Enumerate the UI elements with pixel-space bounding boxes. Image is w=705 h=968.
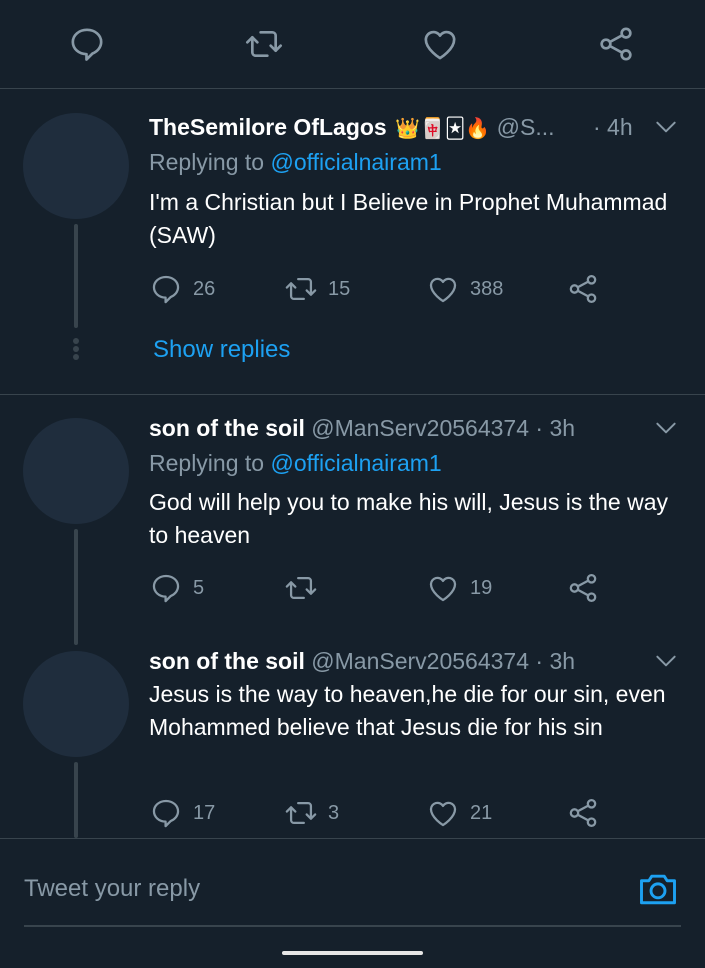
reply-icon: [152, 799, 180, 828]
chevron-down-icon[interactable]: [653, 415, 679, 441]
replying-prefix: Replying to: [149, 450, 265, 476]
tweet-actions: 17 3 21: [149, 796, 619, 830]
handle[interactable]: @ManServ20564374: [311, 648, 529, 674]
tweet-text: I'm a Christian but I Believe in Prophet…: [149, 189, 668, 248]
like-button[interactable]: 21: [426, 796, 492, 830]
tweet-actions: 5 19: [149, 571, 619, 605]
thread-line: [74, 762, 78, 838]
retweet-icon: [285, 801, 317, 825]
tweet-header: son of the soil @ManServ20564374 · 3h: [149, 646, 635, 676]
timestamp: · 4h: [593, 114, 633, 140]
heart-icon: [429, 277, 457, 303]
share-button[interactable]: [566, 272, 600, 306]
share-icon: [569, 798, 597, 828]
like-count: 19: [470, 576, 493, 599]
reply-count: 17: [193, 801, 216, 824]
retweet-count: 15: [328, 277, 351, 300]
heart-icon[interactable]: [420, 24, 460, 64]
reply-icon[interactable]: [67, 24, 107, 64]
share-icon: [569, 573, 597, 603]
retweet-button[interactable]: [284, 571, 328, 605]
like-count: 21: [470, 801, 493, 824]
reply-icon: [152, 574, 180, 603]
share-button[interactable]: [566, 796, 600, 830]
reply-composer: Tweet your reply: [0, 838, 705, 968]
avatar[interactable]: [23, 651, 129, 757]
avatar[interactable]: [23, 418, 129, 524]
retweet-icon: [285, 576, 317, 600]
retweet-icon: [285, 277, 317, 301]
retweet-count: 3: [328, 801, 340, 824]
display-name[interactable]: son of the soil: [149, 415, 305, 441]
home-indicator[interactable]: [282, 951, 423, 955]
share-button[interactable]: [566, 571, 600, 605]
like-button[interactable]: 19: [426, 571, 492, 605]
handle[interactable]: @ManServ20564374: [311, 415, 529, 441]
retweet-button[interactable]: 15: [284, 272, 350, 306]
share-icon[interactable]: [596, 24, 636, 64]
divider: [0, 394, 705, 395]
reply-icon: [152, 275, 180, 304]
tweet-action-bar: [0, 0, 705, 89]
tweet-text: Jesus is the way to heaven,he die for ou…: [149, 681, 666, 740]
show-replies-link[interactable]: Show replies: [153, 336, 290, 364]
thread-line: [74, 224, 78, 328]
reply-button[interactable]: 5: [149, 571, 204, 605]
retweet-button[interactable]: 3: [284, 796, 339, 830]
reply-count: 5: [193, 576, 205, 599]
name-emojis: 👑🀄🃏🔥: [395, 118, 491, 140]
share-icon: [569, 274, 597, 304]
replying-to: Replying to @officialnairam1: [149, 147, 442, 177]
tweet-header: TheSemilore OfLagos 👑🀄🃏🔥 @S...: [149, 112, 635, 142]
mention-link[interactable]: @officialnairam1: [270, 450, 441, 476]
thread-line: [74, 529, 78, 645]
like-button[interactable]: 388: [426, 272, 503, 306]
reply-button[interactable]: 17: [149, 796, 215, 830]
reply-count: 26: [193, 277, 216, 300]
heart-icon: [429, 576, 457, 602]
retweet-icon[interactable]: [244, 24, 284, 64]
timestamp: · 3h: [535, 648, 576, 674]
tweet-actions: 26 15 388: [149, 272, 619, 306]
display-name[interactable]: son of the soil: [149, 648, 305, 674]
timestamp: · 3h: [535, 415, 576, 441]
mention-link[interactable]: @officialnairam1: [270, 149, 441, 175]
display-name[interactable]: TheSemilore OfLagos: [149, 114, 387, 140]
chevron-down-icon[interactable]: [653, 648, 679, 674]
reply-input[interactable]: Tweet your reply: [24, 875, 200, 903]
heart-icon: [429, 801, 457, 827]
replying-to: Replying to @officialnairam1: [149, 448, 442, 478]
tweet-text: God will help you to make his will, Jesu…: [149, 489, 668, 548]
tweet-header: son of the soil @ManServ20564374 · 3h: [149, 413, 635, 443]
camera-icon[interactable]: [636, 867, 680, 911]
chevron-down-icon[interactable]: [653, 114, 679, 140]
handle[interactable]: @S...: [497, 114, 555, 140]
like-count: 388: [470, 277, 504, 300]
avatar[interactable]: [23, 113, 129, 219]
input-underline: [24, 925, 681, 927]
replying-prefix: Replying to: [149, 149, 265, 175]
reply-button[interactable]: 26: [149, 272, 215, 306]
